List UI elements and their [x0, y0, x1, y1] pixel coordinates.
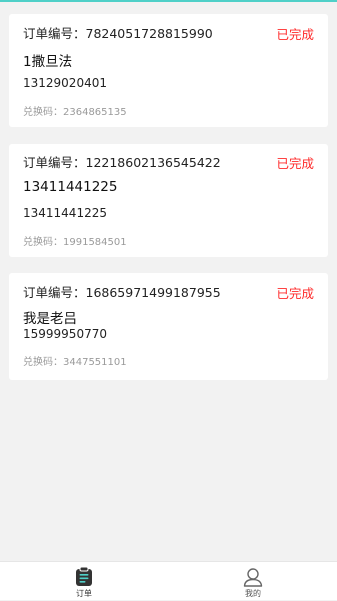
user-icon [242, 566, 264, 588]
order-number: 订单编号：16865971499187955 [23, 285, 221, 300]
customer-phone: 15999950770 [23, 327, 107, 341]
order-status-badge: 已完成 [276, 156, 314, 171]
customer-name: 13411441225 [23, 179, 118, 195]
order-status-badge: 已完成 [276, 27, 314, 42]
order-list-icon [73, 566, 95, 588]
top-accent-bar [0, 0, 337, 2]
order-card[interactable]: 订单编号：16865971499187955 已完成 我是老吕 15999950… [9, 273, 328, 380]
tab-orders[interactable]: 订单 [0, 562, 168, 601]
redeem-code: 兑换码：1991584501 [23, 237, 127, 248]
order-card[interactable]: 订单编号：12218602136545422 已完成 13411441225 1… [9, 144, 328, 257]
order-card[interactable]: 订单编号：7824051728815990 已完成 1撒旦法 131290204… [9, 14, 328, 127]
order-status-badge: 已完成 [276, 286, 314, 301]
tab-label: 我的 [245, 589, 261, 598]
customer-phone: 13129020401 [23, 76, 107, 90]
tab-profile[interactable]: 我的 [169, 562, 337, 601]
customer-name: 我是老吕 [23, 311, 77, 327]
bottom-tab-bar: 订单 我的 [0, 561, 337, 600]
order-number: 订单编号：12218602136545422 [23, 155, 221, 170]
order-number: 订单编号：7824051728815990 [23, 26, 213, 41]
redeem-code: 兑换码：2364865135 [23, 107, 127, 118]
tab-label: 订单 [76, 589, 92, 598]
customer-phone: 13411441225 [23, 206, 107, 220]
redeem-code: 兑换码：3447551101 [23, 357, 127, 368]
customer-name: 1撒旦法 [23, 54, 73, 70]
